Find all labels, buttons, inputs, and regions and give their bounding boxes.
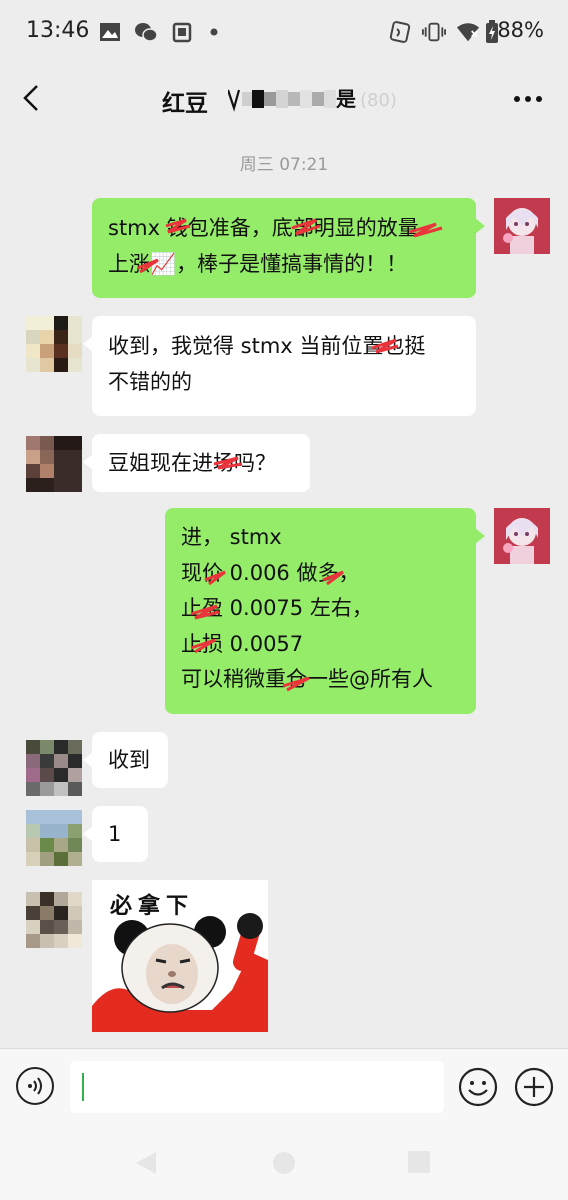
back-button[interactable]: [12, 78, 52, 118]
chat-timestamp: 周三 07:21: [239, 155, 329, 175]
chat-header: 红豆 是 (80): [0, 64, 568, 134]
contact-avatar[interactable]: [26, 892, 82, 948]
vibrate-icon: [422, 20, 446, 44]
message-bubble-mine[interactable]: stmx 钱包准备，底部明显的放量 上涨📈，棒子是懂搞事情的！！: [92, 198, 485, 298]
back-triangle-icon[interactable]: [134, 1150, 158, 1176]
message-bubble-contact[interactable]: 收到，我觉得 stmx 当前位置也挺 不错的的: [83, 316, 476, 416]
sticker-image[interactable]: 必拿下: [92, 880, 268, 1032]
contact-avatar[interactable]: [26, 810, 82, 866]
svg-text:(80): (80): [360, 90, 397, 111]
voice-icon: [28, 1077, 42, 1095]
chevron-left-icon: [23, 85, 38, 111]
message-input[interactable]: [70, 1061, 444, 1113]
redaction-scribbles: [213, 456, 243, 470]
message-line: 收到: [108, 748, 150, 772]
my-avatar[interactable]: [494, 198, 550, 254]
plus-icon: [514, 1067, 554, 1107]
notification-icon: [170, 20, 194, 44]
redaction-scribbles: [371, 338, 399, 354]
input-bar: [0, 1048, 568, 1127]
title-mosaic: 是 (80): [228, 86, 398, 112]
more-functions-button[interactable]: [514, 1067, 554, 1107]
contact-avatar[interactable]: [26, 436, 82, 492]
redaction-scribbles: [190, 570, 344, 692]
message-bubble-contact[interactable]: 1: [83, 806, 148, 862]
more-button[interactable]: [510, 84, 546, 114]
wechat-icon: [134, 20, 158, 44]
wifi-icon: [456, 20, 480, 44]
battery-level: 88%: [497, 18, 544, 42]
photo-icon: [98, 20, 122, 44]
message-line: 1: [108, 822, 122, 846]
dot-icon: [202, 20, 226, 44]
message-bubble-contact[interactable]: 收到: [83, 732, 168, 788]
contact-avatar[interactable]: [26, 740, 82, 796]
more-icon: [514, 96, 542, 102]
contact-avatar[interactable]: [26, 316, 82, 372]
nfc-icon: [388, 20, 412, 44]
text-cursor: [82, 1073, 84, 1101]
message-bubble-mine[interactable]: 进， stmx 现价 0.006 做多， 止盈 0.0075 左右， 止损 0.…: [165, 508, 485, 714]
emoji-button[interactable]: [458, 1067, 498, 1107]
emoji-icon: [458, 1067, 498, 1107]
home-circle-icon[interactable]: [271, 1150, 297, 1176]
message-bubble-contact[interactable]: 豆姐现在进场吗？: [83, 434, 310, 492]
status-bar: 13:46 88%: [0, 0, 568, 64]
chat-title[interactable]: 红豆: [162, 84, 208, 118]
svg-text:是: 是: [335, 87, 356, 111]
redaction-scribbles: [137, 218, 443, 274]
voice-button[interactable]: [16, 1067, 54, 1105]
recents-square-icon[interactable]: [407, 1150, 431, 1174]
system-nav-bar: [0, 1126, 568, 1200]
panda-meme-illustration: [92, 913, 268, 1032]
status-time: 13:46: [26, 18, 90, 43]
my-avatar[interactable]: [494, 508, 550, 564]
